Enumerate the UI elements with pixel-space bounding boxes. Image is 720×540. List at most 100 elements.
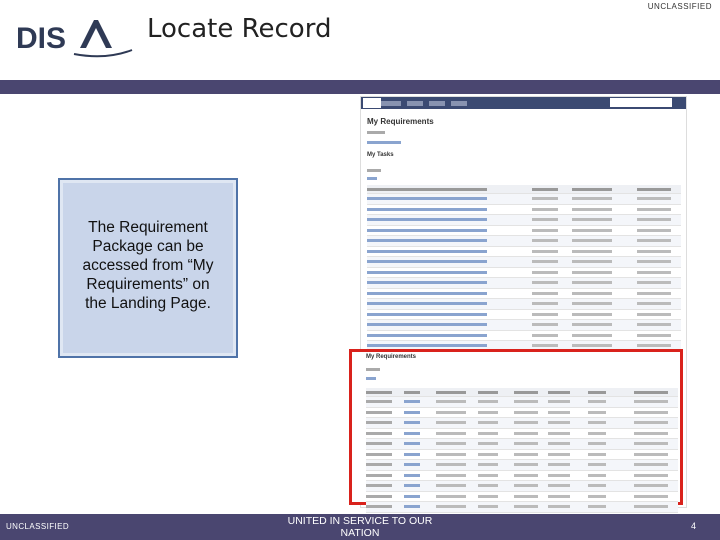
table-row — [366, 502, 678, 513]
text-placeholder — [514, 473, 538, 477]
text-placeholder — [588, 484, 606, 487]
text-placeholder — [588, 400, 606, 403]
text-placeholder — [404, 410, 420, 414]
text-placeholder — [514, 494, 538, 498]
text-placeholder — [548, 421, 570, 424]
text-placeholder — [436, 410, 466, 414]
text-placeholder — [514, 463, 538, 466]
callout-line: The Requirement — [88, 219, 208, 236]
text-placeholder — [637, 218, 671, 221]
tab-placeholder — [451, 101, 467, 106]
table-header-row — [367, 185, 681, 194]
table-row — [366, 429, 678, 439]
text-placeholder — [514, 442, 538, 445]
text-placeholder — [404, 505, 420, 508]
text-placeholder — [572, 249, 612, 253]
text-placeholder — [436, 442, 466, 445]
text-placeholder — [634, 473, 668, 477]
table-row — [366, 481, 678, 492]
tab-placeholder — [407, 101, 423, 106]
text-placeholder — [637, 197, 671, 200]
callout-line: Package can be — [92, 238, 204, 255]
text-placeholder — [366, 368, 380, 371]
text-placeholder — [637, 302, 671, 305]
text-placeholder — [436, 463, 466, 466]
text-placeholder — [634, 494, 668, 498]
text-placeholder — [572, 281, 612, 284]
text-placeholder — [572, 260, 612, 263]
text-placeholder — [366, 452, 392, 456]
text-placeholder — [367, 249, 487, 253]
text-placeholder — [478, 400, 498, 403]
text-placeholder — [637, 207, 671, 211]
text-placeholder — [637, 188, 671, 191]
text-placeholder — [532, 239, 558, 242]
text-placeholder — [634, 452, 668, 456]
disa-logo: DIS — [16, 20, 133, 58]
text-placeholder — [366, 421, 392, 424]
section-my-requirements: My Requirements — [366, 354, 417, 360]
text-placeholder — [478, 484, 498, 487]
text-placeholder — [366, 377, 376, 380]
callout-line: Requirements” on — [86, 276, 210, 293]
text-placeholder — [548, 400, 570, 403]
text-placeholder — [404, 494, 420, 498]
text-placeholder — [367, 312, 487, 316]
text-placeholder — [588, 452, 606, 456]
text-placeholder — [478, 421, 498, 424]
classification-top: UNCLASSIFIED — [647, 2, 712, 11]
text-placeholder — [367, 207, 487, 211]
text-placeholder — [548, 494, 570, 498]
text-placeholder — [634, 442, 668, 445]
text-placeholder — [404, 452, 420, 456]
text-placeholder — [548, 505, 570, 508]
text-placeholder — [367, 333, 487, 337]
text-placeholder — [532, 260, 558, 263]
text-placeholder — [532, 312, 558, 316]
text-placeholder — [404, 473, 420, 477]
text-placeholder — [436, 484, 466, 487]
text-placeholder — [478, 452, 498, 456]
text-placeholder — [367, 177, 377, 180]
tab-placeholder — [363, 98, 381, 108]
text-placeholder — [367, 239, 487, 242]
text-placeholder — [404, 400, 420, 403]
text-placeholder — [637, 323, 671, 326]
text-placeholder — [637, 312, 671, 316]
table-row — [367, 236, 681, 247]
text-placeholder — [436, 400, 466, 403]
text-placeholder — [572, 333, 612, 337]
text-placeholder — [548, 463, 570, 466]
table-header-row — [366, 388, 678, 397]
text-placeholder — [404, 484, 420, 487]
text-placeholder — [367, 131, 385, 134]
svg-text:DIS: DIS — [16, 22, 66, 55]
text-placeholder — [637, 239, 671, 242]
table-row — [367, 320, 681, 331]
text-placeholder — [436, 391, 466, 394]
text-placeholder — [572, 239, 612, 242]
table-row — [367, 205, 681, 215]
footer-motto: UNITED IN SERVICE TO OUR NATION — [287, 515, 433, 539]
text-placeholder — [404, 421, 420, 424]
text-placeholder — [478, 463, 498, 466]
text-placeholder — [532, 270, 558, 274]
text-placeholder — [532, 302, 558, 305]
text-placeholder — [637, 270, 671, 274]
table-row — [367, 331, 681, 341]
text-placeholder — [436, 421, 466, 424]
text-placeholder — [572, 291, 612, 295]
text-placeholder — [514, 431, 538, 435]
text-placeholder — [367, 141, 401, 144]
text-placeholder — [514, 391, 538, 394]
text-placeholder — [532, 323, 558, 326]
text-placeholder — [514, 505, 538, 508]
header-band — [0, 80, 720, 94]
text-placeholder — [572, 323, 612, 326]
text-placeholder — [588, 473, 606, 477]
text-placeholder — [404, 442, 420, 445]
text-placeholder — [548, 410, 570, 414]
text-placeholder — [572, 302, 612, 305]
slide-header: DIS Locate Record — [0, 0, 720, 80]
table-row — [367, 299, 681, 310]
